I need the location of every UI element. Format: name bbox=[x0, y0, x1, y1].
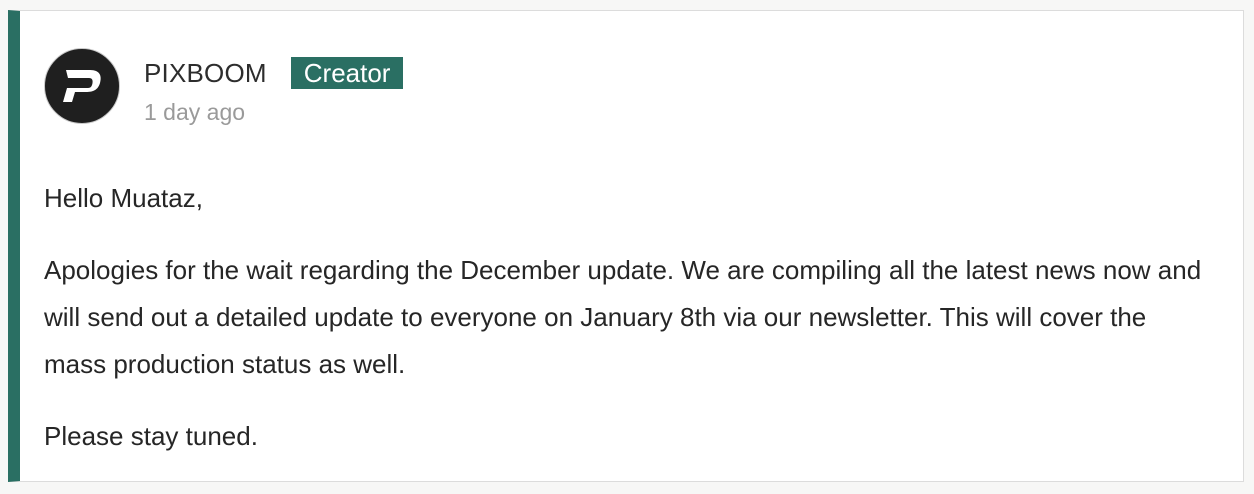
author-name[interactable]: PIXBOOM bbox=[144, 58, 267, 89]
comment-timestamp[interactable]: 1 day ago bbox=[144, 99, 245, 126]
author-row: PIXBOOM Creator bbox=[144, 57, 404, 89]
comment-body: Hello Muataz, Apologies for the wait reg… bbox=[44, 175, 1204, 485]
comment-card: PIXBOOM Creator 1 day ago Hello Muataz, … bbox=[8, 10, 1244, 482]
comment-paragraph: Please stay tuned. bbox=[44, 421, 258, 451]
comment-paragraph: Apologies for the wait regarding the Dec… bbox=[44, 255, 1202, 379]
pixboom-logo-icon bbox=[60, 66, 104, 106]
author-avatar[interactable] bbox=[44, 48, 120, 124]
comment-paragraph: Hello Muataz, bbox=[44, 183, 203, 213]
creator-badge: Creator bbox=[290, 57, 404, 89]
